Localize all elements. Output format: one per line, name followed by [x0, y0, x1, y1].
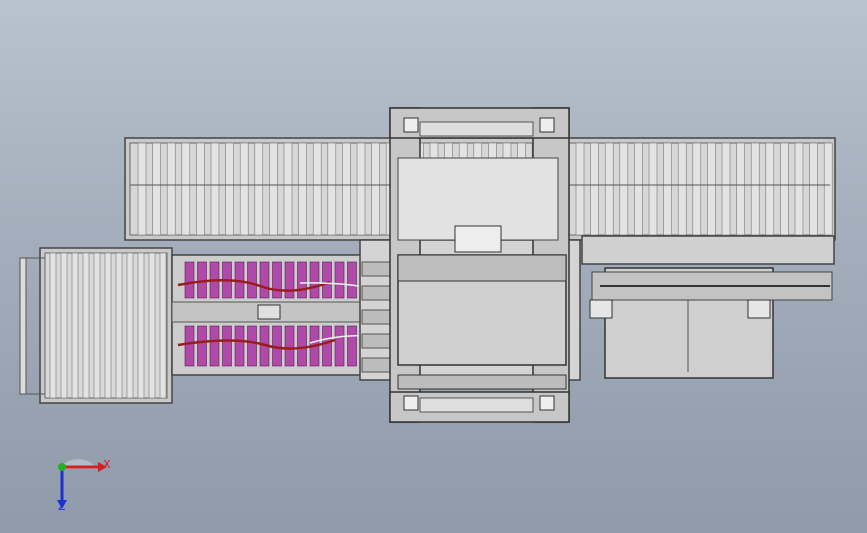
- upper-conveyor-roller: [225, 142, 234, 236]
- upper-conveyor-roller: [254, 142, 264, 236]
- upper-conveyor-roller: [342, 142, 351, 236]
- upper-conveyor-roller: [663, 142, 672, 236]
- pallet-tray-upper: [247, 261, 257, 299]
- upper-conveyor-roller: [327, 142, 337, 236]
- pallet-tray-upper: [322, 261, 332, 299]
- pallet-tray-lower: [234, 325, 245, 367]
- pallet-tray-lower: [222, 325, 232, 367]
- infeed-conveyor-roller: [137, 252, 145, 399]
- pallet-tray-upper: [297, 261, 307, 299]
- transfer-roller-block: [361, 309, 393, 325]
- infeed-conveyor-roller: [148, 252, 156, 399]
- upper-conveyor-roller: [181, 142, 191, 236]
- axis-triad: [57, 459, 107, 509]
- transfer-roller-block: [361, 261, 393, 277]
- upper-conveyor-roller: [780, 142, 789, 236]
- cad-viewport[interactable]: X Z: [0, 0, 867, 533]
- gantry-corner-pad-tl: [403, 117, 419, 133]
- gantry-lower-band: [397, 374, 567, 390]
- upper-conveyor-roller: [575, 142, 585, 236]
- upper-conveyor-roller: [371, 142, 380, 236]
- upper-conveyor-roller: [604, 142, 614, 236]
- upper-conveyor-roller: [137, 142, 147, 236]
- z-axis-label: Z: [58, 500, 66, 513]
- x-axis-label: X: [103, 458, 111, 471]
- pallet-tray-upper: [347, 261, 357, 299]
- upper-conveyor-roller: [692, 142, 702, 236]
- infeed-conveyor-roller: [159, 252, 167, 399]
- gantry-corner-pad-tr: [539, 117, 555, 133]
- upper-conveyor-roller: [298, 142, 307, 236]
- pallet-tray-upper: [272, 261, 282, 299]
- pallet-tray-lower: [334, 325, 345, 367]
- pallet-tray-lower: [297, 325, 307, 367]
- pallet-tray-upper: [334, 261, 345, 299]
- upper-conveyor-roller: [356, 142, 366, 236]
- pallet-tray-upper: [284, 261, 295, 299]
- pallet-tray-lower: [184, 325, 195, 367]
- infeed-conveyor-roller: [60, 252, 68, 399]
- upper-conveyor-roller: [619, 142, 629, 236]
- upper-conveyor-roller: [809, 142, 818, 236]
- upper-conveyor-roller: [736, 142, 745, 236]
- gantry-motor-plate: [454, 225, 502, 253]
- gantry-inner-top: [419, 121, 534, 137]
- upper-conveyor-roller: [721, 142, 731, 236]
- upper-conveyor-roller: [210, 142, 220, 236]
- upper-conveyor-roller: [166, 142, 176, 236]
- infeed-conveyor-roller: [93, 252, 101, 399]
- gantry-inner-bottom: [419, 397, 534, 413]
- pallet-tray-lower: [209, 325, 220, 367]
- pallet-tray-lower: [197, 325, 207, 367]
- upper-conveyor-roller: [823, 142, 833, 236]
- pallet-center-block: [257, 304, 281, 320]
- infeed-conveyor-roller: [126, 252, 134, 399]
- discharge-bracket-right: [747, 299, 771, 319]
- pallet-tray-lower: [284, 325, 295, 367]
- upper-conveyor-roller: [269, 142, 278, 236]
- upper-conveyor-roller: [794, 142, 804, 236]
- gantry-corner-pad-br: [539, 395, 555, 411]
- upper-conveyor-roller: [152, 142, 161, 236]
- upper-conveyor-roller: [634, 142, 643, 236]
- upper-conveyor-roller: [239, 142, 249, 236]
- upper-conveyor-roller: [750, 142, 760, 236]
- transfer-roller-block: [361, 285, 393, 301]
- gantry-cross-beam: [397, 254, 567, 282]
- gantry-corner-pad-bl: [403, 395, 419, 411]
- pallet-tray-upper: [309, 261, 320, 299]
- infeed-conveyor-roller: [82, 252, 90, 399]
- pallet-tray-upper: [259, 261, 270, 299]
- upper-conveyor-roller: [312, 142, 322, 236]
- discharge-unit-top: [581, 235, 835, 265]
- transfer-roller-block: [361, 357, 393, 373]
- infeed-conveyor-roller: [49, 252, 57, 399]
- pallet-tray-lower: [322, 325, 332, 367]
- transfer-roller-block: [361, 333, 393, 349]
- discharge-bracket-left: [589, 299, 613, 319]
- upper-conveyor-roller: [677, 142, 687, 236]
- upper-conveyor-roller: [707, 142, 716, 236]
- upper-conveyor-roller: [590, 142, 599, 236]
- upper-conveyor-roller: [196, 142, 205, 236]
- pallet-tray-lower: [247, 325, 257, 367]
- infeed-conveyor-roller: [115, 252, 123, 399]
- pallet-tray-upper: [184, 261, 195, 299]
- upper-conveyor-roller: [283, 142, 293, 236]
- infeed-conveyor-roller: [104, 252, 112, 399]
- y-axis-dot: [58, 463, 66, 471]
- pallet-tray-lower: [347, 325, 357, 367]
- upper-conveyor-roller: [765, 142, 775, 236]
- infeed-conveyor-roller: [71, 252, 79, 399]
- infeed-side-rail: [19, 257, 27, 395]
- upper-conveyor-roller: [648, 142, 658, 236]
